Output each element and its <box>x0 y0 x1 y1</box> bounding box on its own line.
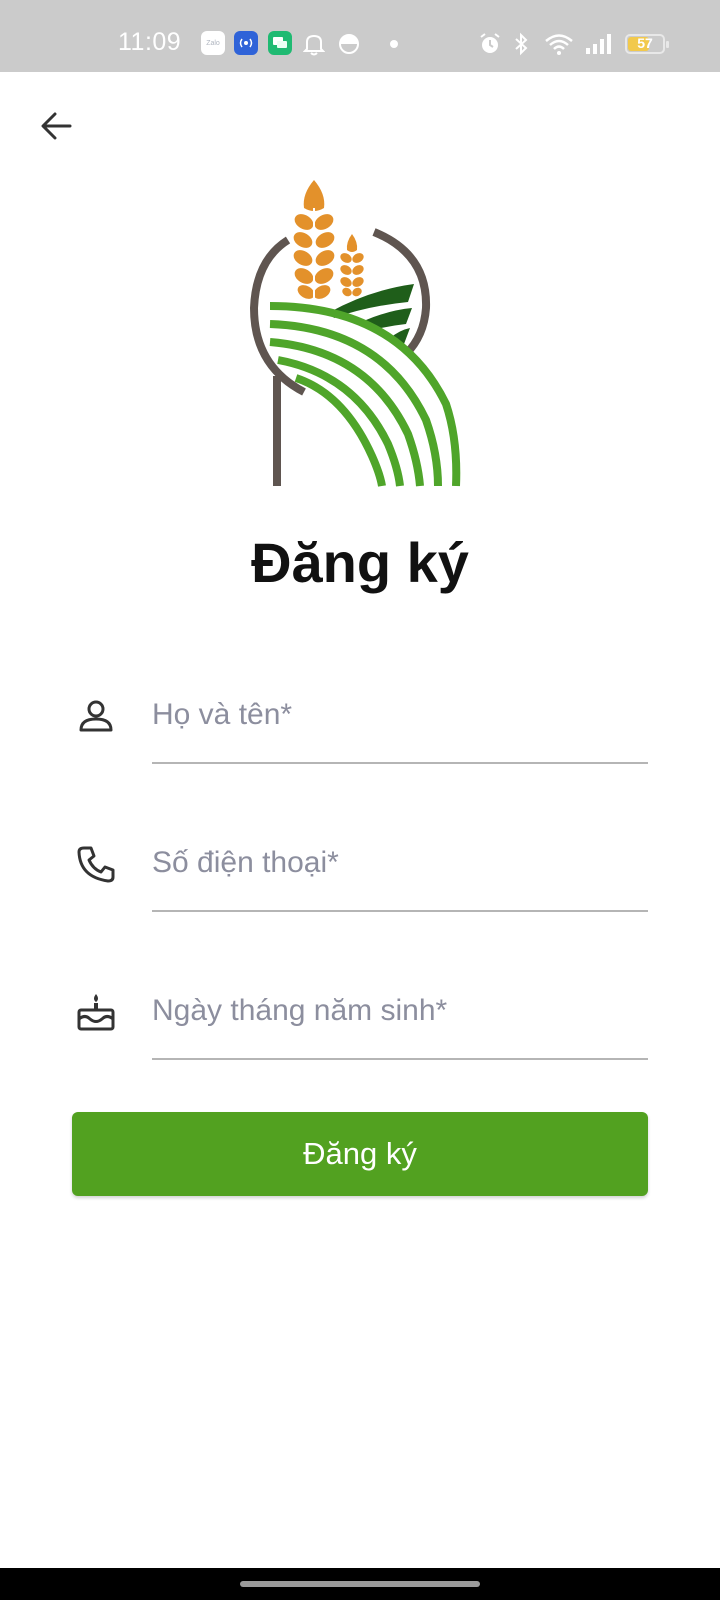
phone-field[interactable]: Số điện thoại* <box>70 822 650 912</box>
battery-level: 57 <box>637 35 653 51</box>
home-indicator[interactable] <box>240 1581 480 1587</box>
full-name-underline <box>152 762 648 764</box>
app-logo <box>248 178 470 498</box>
birthdate-underline <box>152 1058 648 1060</box>
wifi-icon <box>544 31 574 57</box>
zalo-icon: Zalo <box>201 31 225 55</box>
phone-underline <box>152 910 648 912</box>
phone-icon <box>77 846 115 883</box>
full-name-placeholder: Họ và tên* <box>152 698 293 731</box>
podcast-icon <box>234 31 258 55</box>
birthday-cake-icon <box>77 994 115 1031</box>
back-button[interactable] <box>36 106 76 146</box>
birthdate-placeholder: Ngày tháng năm sinh* <box>152 994 448 1027</box>
signal-icon <box>584 31 614 57</box>
page-title: Đăng ký <box>251 531 469 594</box>
person-icon <box>79 700 113 732</box>
full-name-field[interactable]: Họ và tên* <box>70 674 650 764</box>
bell-icon <box>302 31 326 57</box>
chat-icon <box>268 31 292 55</box>
dot-icon <box>390 40 398 48</box>
status-time: 11:09 <box>118 28 182 56</box>
bluetooth-icon <box>512 31 530 57</box>
register-button[interactable]: Đăng ký <box>72 1112 648 1196</box>
alarm-icon <box>478 31 502 57</box>
arrow-left-icon <box>41 112 72 140</box>
status-bar: 11:09 Zalo 57 <box>0 0 720 72</box>
battery-icon: 57 <box>625 34 669 54</box>
birthdate-field[interactable]: Ngày tháng năm sinh* <box>70 970 650 1060</box>
navigation-bar <box>0 1568 720 1600</box>
half-circle-icon <box>338 31 360 57</box>
phone-placeholder: Số điện thoại* <box>152 846 339 879</box>
